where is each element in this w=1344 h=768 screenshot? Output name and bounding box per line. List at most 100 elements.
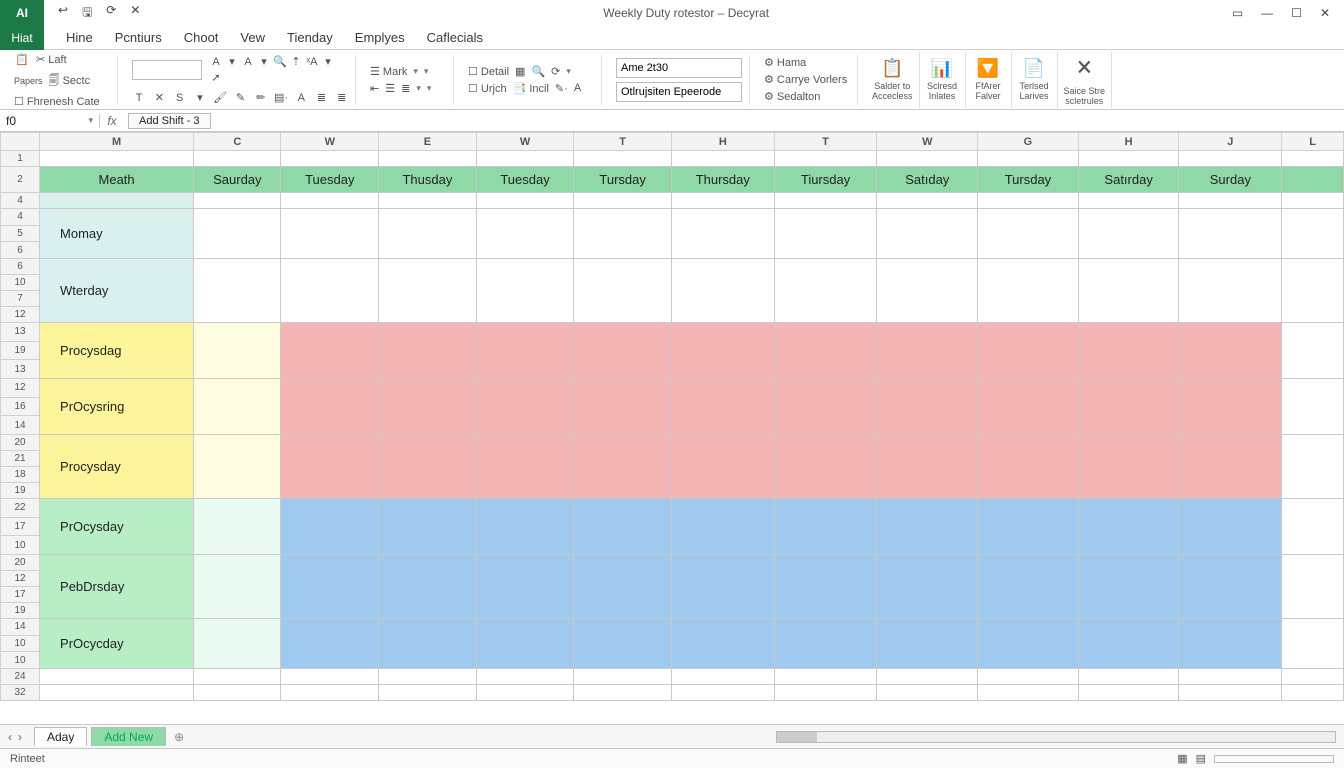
view-normal-icon[interactable]: ▦ (1177, 752, 1187, 765)
view-page-icon[interactable]: ▤ (1196, 752, 1206, 765)
day-header-cell[interactable]: Saurday (194, 167, 281, 193)
cell[interactable] (774, 618, 877, 668)
cell[interactable] (774, 668, 877, 684)
row-label-cell[interactable]: PrOcysday (40, 498, 194, 554)
tab-chart[interactable]: Choot (184, 30, 219, 45)
day-header-cell[interactable] (1282, 167, 1344, 193)
cell[interactable] (574, 258, 672, 322)
cell[interactable] (476, 193, 574, 209)
cell[interactable] (379, 378, 477, 434)
row-label-cell[interactable]: PrOcycday (40, 618, 194, 668)
cell[interactable] (671, 668, 774, 684)
cell[interactable] (877, 209, 978, 259)
cell[interactable] (281, 668, 379, 684)
ribbon-big-0[interactable]: 📋Salder toAccecless (866, 52, 920, 108)
row-label-cell[interactable]: PebDrsday (40, 554, 194, 618)
cell[interactable] (774, 378, 877, 434)
cell[interactable] (671, 209, 774, 259)
cell[interactable] (978, 209, 1079, 259)
cell[interactable] (671, 193, 774, 209)
cell[interactable] (774, 434, 877, 498)
font-row1-icon-7[interactable]: ▾ (320, 53, 336, 69)
refresh-icon[interactable]: ⟳ (551, 65, 560, 78)
day-header-cell[interactable]: Meath (40, 167, 194, 193)
tab-home[interactable]: Hine (66, 30, 93, 45)
day-header-cell[interactable]: Tursday (574, 167, 672, 193)
cell[interactable] (877, 684, 978, 700)
row-header[interactable]: 10 (1, 536, 40, 555)
col-header-G9[interactable]: G (978, 133, 1079, 151)
cell[interactable] (1282, 668, 1344, 684)
cell[interactable] (877, 378, 978, 434)
cell[interactable] (1282, 684, 1344, 700)
cell[interactable] (978, 322, 1079, 378)
font-family-select[interactable] (132, 60, 202, 80)
cell[interactable] (1282, 554, 1344, 618)
cell[interactable] (574, 378, 672, 434)
cell[interactable] (1179, 193, 1282, 209)
row-header[interactable]: 20 (1, 434, 40, 450)
cell[interactable] (978, 193, 1079, 209)
row-header[interactable]: 19 (1, 482, 40, 498)
cell[interactable] (978, 498, 1079, 554)
row-header[interactable]: 14 (1, 416, 40, 435)
add-shift-button[interactable]: Add Shift - 3 (128, 113, 211, 129)
cell[interactable] (281, 193, 379, 209)
cell[interactable] (1282, 434, 1344, 498)
indent-icon[interactable]: ⇤ (370, 82, 379, 95)
cell[interactable] (1078, 209, 1179, 259)
mark-dd-icon[interactable]: ▾ (413, 66, 418, 77)
fx-icon[interactable]: fx (100, 114, 124, 128)
cell[interactable] (978, 258, 1079, 322)
cell[interactable] (379, 618, 477, 668)
row-header[interactable]: 12 (1, 570, 40, 586)
incil-button[interactable]: 📑 Incil (513, 82, 549, 95)
cell[interactable] (978, 684, 1079, 700)
cell[interactable] (379, 151, 477, 167)
cell[interactable] (281, 434, 379, 498)
row-header[interactable]: 19 (1, 341, 40, 360)
cell[interactable] (978, 618, 1079, 668)
cell[interactable] (774, 322, 877, 378)
font-row2-icon-1[interactable]: ✕ (152, 90, 166, 106)
table-icon[interactable]: ▦ (515, 65, 525, 78)
row-label-cell[interactable]: Wterday (40, 258, 194, 322)
qat-close-icon[interactable]: ✕ (130, 3, 140, 24)
upjch-button[interactable]: ☐ Urjch (468, 82, 507, 95)
row-label-cell[interactable]: PrOcysring (40, 378, 194, 434)
cell[interactable] (574, 193, 672, 209)
cell[interactable] (574, 684, 672, 700)
cell[interactable] (978, 434, 1079, 498)
tab-employees[interactable]: Emplyes (355, 30, 405, 45)
cell[interactable] (671, 684, 774, 700)
cell[interactable] (774, 258, 877, 322)
cell[interactable] (194, 378, 281, 434)
font-row1-icon-0[interactable]: A (208, 54, 224, 70)
cell[interactable] (1282, 193, 1344, 209)
cell[interactable] (1179, 434, 1282, 498)
mark-dd2-icon[interactable]: ▾ (424, 66, 429, 77)
cell[interactable] (574, 322, 672, 378)
sheet-add-icon[interactable]: ⊕ (166, 730, 192, 744)
row-header[interactable]: 16 (1, 397, 40, 416)
cell[interactable] (1078, 258, 1179, 322)
font-row1-icon-4[interactable]: 🔍 (272, 53, 288, 69)
font-row2-icon-2[interactable]: S (173, 90, 187, 106)
cell[interactable] (877, 258, 978, 322)
cell[interactable] (476, 618, 574, 668)
cell[interactable] (194, 434, 281, 498)
sheet-nav-next-icon[interactable]: › (18, 730, 22, 744)
cell[interactable] (877, 498, 978, 554)
cell[interactable] (774, 193, 877, 209)
align-icon[interactable]: ≣ (401, 82, 410, 95)
cell[interactable] (40, 193, 194, 209)
cell[interactable] (194, 668, 281, 684)
cell[interactable] (774, 151, 877, 167)
cell[interactable] (476, 554, 574, 618)
cell[interactable] (194, 618, 281, 668)
cell[interactable] (194, 258, 281, 322)
maximize-icon[interactable]: ☐ (1291, 6, 1302, 20)
row-header[interactable]: 24 (1, 668, 40, 684)
cell[interactable] (281, 498, 379, 554)
cell[interactable] (774, 209, 877, 259)
